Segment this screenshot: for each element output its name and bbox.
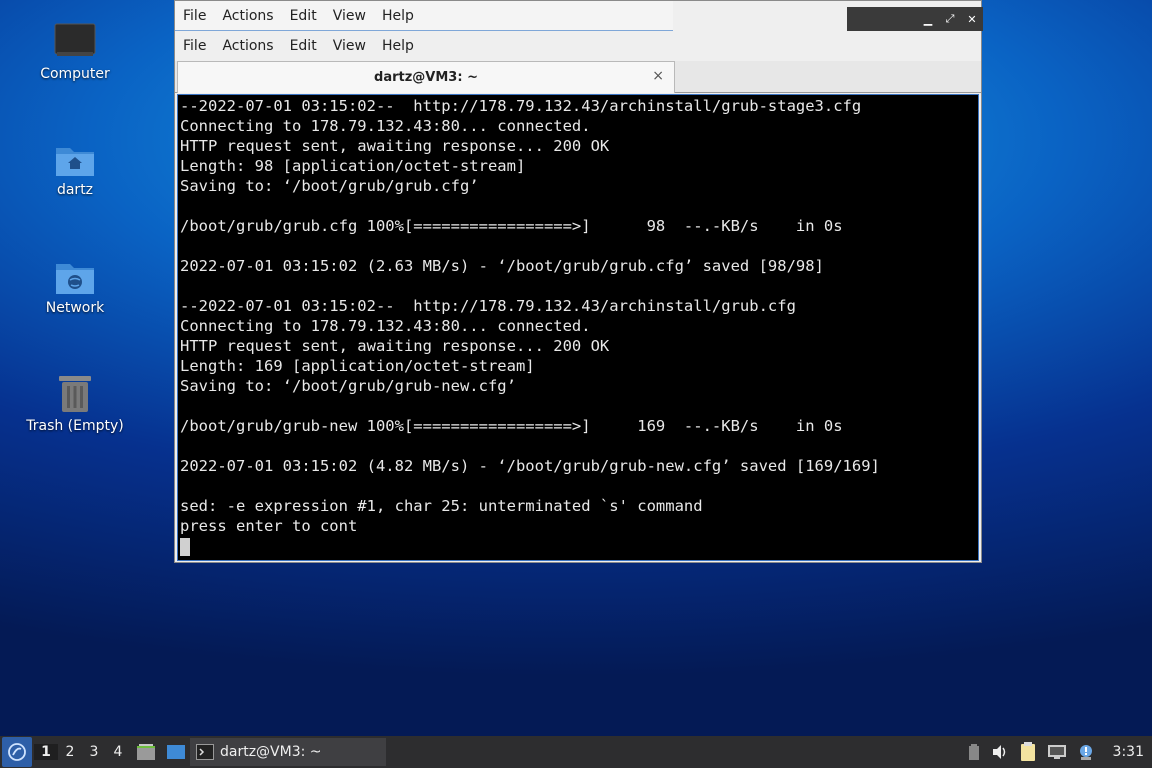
volume-icon[interactable] (991, 744, 1009, 760)
terminal-line: HTTP request sent, awaiting response... … (180, 337, 610, 355)
terminal-cursor-line (180, 536, 978, 556)
file-manager-launcher-icon[interactable] (136, 743, 156, 761)
clipboard-icon[interactable] (1019, 742, 1037, 762)
terminal-line: 2022-07-01 03:15:02 (2.63 MB/s) - ‘/boot… (180, 257, 824, 275)
desktop-icon-computer[interactable]: Computer (20, 22, 130, 82)
terminal-output[interactable]: --2022-07-01 03:15:02-- http://178.79.13… (177, 94, 979, 561)
menu-file[interactable]: File (175, 38, 214, 54)
terminal-line: --2022-07-01 03:15:02-- http://178.79.13… (180, 297, 796, 315)
tab-close-icon[interactable]: × (652, 68, 664, 84)
taskbar-item-label: dartz@VM3: ~ (220, 744, 322, 760)
terminal-line: sed: -e expression #1, char 25: untermin… (180, 497, 703, 515)
menu-help[interactable]: Help (374, 38, 422, 54)
system-tray: 3:31 (967, 736, 1144, 768)
desktop-icon-label: dartz (56, 182, 94, 198)
menu-file[interactable]: File (175, 8, 214, 24)
terminal-line: Connecting to 178.79.132.43:80... connec… (180, 317, 591, 335)
start-menu-button[interactable] (2, 737, 32, 767)
terminal-line: /boot/grub/grub.cfg 100%[===============… (180, 217, 843, 235)
menu-actions[interactable]: Actions (214, 38, 281, 54)
terminal-line: Saving to: ‘/boot/grub/grub-new.cfg’ (180, 377, 516, 395)
close-icon[interactable]: ✕ (961, 13, 983, 26)
minimize-icon[interactable]: ▁ (917, 13, 939, 26)
terminal-line: HTTP request sent, awaiting response... … (180, 137, 610, 155)
terminal-line: Connecting to 178.79.132.43:80... connec… (180, 117, 591, 135)
terminal-line: Saving to: ‘/boot/grub/grub.cfg’ (180, 177, 479, 195)
workspace-switcher: 1 2 3 4 (34, 744, 130, 760)
terminal-line: 2022-07-01 03:15:02 (4.82 MB/s) - ‘/boot… (180, 457, 880, 475)
notification-icon[interactable] (1077, 743, 1095, 761)
menu-edit[interactable]: Edit (282, 38, 325, 54)
menu-view[interactable]: View (325, 8, 374, 24)
terminal-line: press enter to cont (180, 517, 358, 535)
tab-terminal[interactable]: dartz@VM3: ~ × (177, 61, 675, 93)
home-folder-icon (56, 148, 94, 176)
desktop-icon-label: Computer (40, 66, 110, 82)
menu-view[interactable]: View (325, 38, 374, 54)
tab-strip: dartz@VM3: ~ × (175, 61, 981, 93)
terminal-icon (196, 744, 214, 760)
desktop-icon-network[interactable]: Network (20, 258, 130, 316)
terminal-line: Length: 98 [application/octet-stream] (180, 157, 526, 175)
window-controls: ▁ ⤢ ✕ (847, 7, 983, 31)
maximize-icon[interactable]: ⤢ (939, 12, 961, 26)
terminal-window: File Actions Edit View Help File Actions… (174, 0, 983, 563)
terminal-line: /boot/grub/grub-new 100%[===============… (180, 417, 843, 435)
terminal-line: Length: 169 [application/octet-stream] (180, 357, 535, 375)
network-folder-icon (56, 264, 94, 294)
desktop-icon-label: Trash (Empty) (26, 418, 124, 434)
taskbar-item-terminal[interactable]: dartz@VM3: ~ (190, 738, 386, 766)
lubuntu-logo-icon (8, 743, 26, 761)
tab-title: dartz@VM3: ~ (374, 70, 478, 85)
workspace-2[interactable]: 2 (58, 744, 82, 760)
network-status-icon[interactable] (1047, 744, 1067, 760)
workspace-3[interactable]: 3 (82, 744, 106, 760)
desktop-icon-label: Network (45, 300, 105, 316)
taskbar: 1 2 3 4 dartz@VM3: ~ 3:31 (0, 736, 1152, 768)
clock[interactable]: 3:31 (1113, 744, 1144, 760)
desktop-icon-trash[interactable]: Trash (Empty) (20, 372, 130, 434)
menubar-primary: File Actions Edit View Help (175, 1, 673, 31)
workspace-4[interactable]: 4 (106, 744, 130, 760)
menubar-secondary: File Actions Edit View Help (175, 31, 673, 61)
workspace-1[interactable]: 1 (34, 744, 58, 760)
trash-icon (59, 376, 91, 412)
battery-icon[interactable] (967, 743, 981, 761)
show-desktop-icon[interactable] (166, 744, 186, 760)
menu-edit[interactable]: Edit (282, 8, 325, 24)
computer-icon (54, 23, 96, 56)
terminal-line: --2022-07-01 03:15:02-- http://178.79.13… (180, 97, 862, 115)
menu-actions[interactable]: Actions (214, 8, 281, 24)
terminal-cursor (180, 537, 190, 556)
desktop-icon-home[interactable]: dartz (20, 142, 130, 198)
menu-help[interactable]: Help (374, 8, 422, 24)
